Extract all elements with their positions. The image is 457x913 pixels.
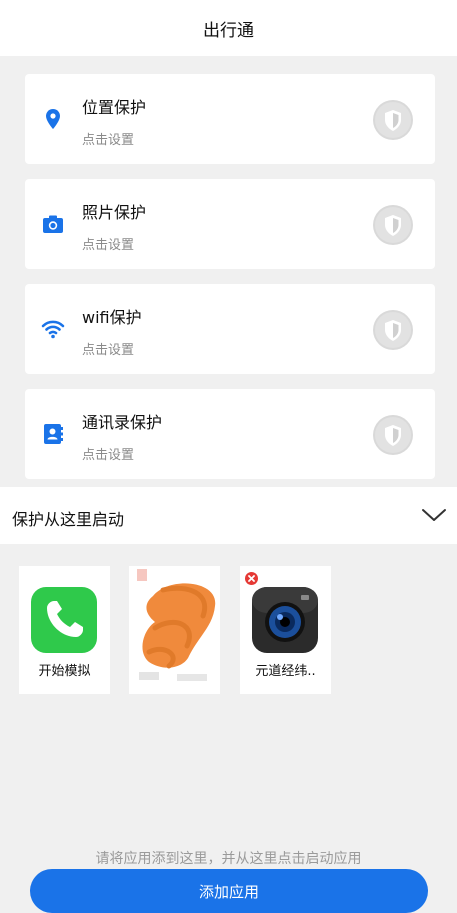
redacted-app-icon <box>137 569 216 681</box>
add-app-button[interactable]: 添加应用 <box>30 869 428 913</box>
card-subtitle: 点击设置 <box>82 238 135 253</box>
card-subtitle: 点击设置 <box>82 448 135 463</box>
app-label: 元道经纬.. <box>255 664 316 679</box>
page-title: 出行通 <box>203 20 254 41</box>
shield-icon <box>375 312 411 348</box>
card-title: 通讯录保护 <box>82 413 163 432</box>
shield-icon <box>375 207 411 243</box>
camera-app-icon <box>252 587 318 653</box>
add-app-button-label: 添加应用 <box>198 882 259 901</box>
location-pin-icon <box>46 109 60 129</box>
remove-app-button[interactable] <box>245 572 258 585</box>
card-location-protection[interactable]: 位置保护 点击设置 <box>25 74 435 164</box>
app-tile-redacted[interactable] <box>129 566 220 694</box>
close-icon <box>248 575 255 582</box>
card-title: wifi保护 <box>82 308 142 327</box>
phone-app-icon <box>31 587 97 653</box>
contacts-icon <box>44 424 63 444</box>
chevron-down-icon[interactable] <box>420 505 448 525</box>
shield-icon <box>375 417 411 453</box>
card-subtitle: 点击设置 <box>82 133 135 148</box>
shield-toggle-button[interactable] <box>373 205 413 245</box>
card-title: 照片保护 <box>82 203 147 222</box>
launch-section-header[interactable]: 保护从这里启动 <box>0 487 457 544</box>
app-header: 出行通 <box>0 0 457 56</box>
shield-toggle-button[interactable] <box>373 415 413 455</box>
app-label: 开始模拟 <box>38 664 91 679</box>
card-photo-protection[interactable]: 照片保护 点击设置 <box>25 179 435 269</box>
app-tile-start-simulation[interactable]: 开始模拟 <box>19 566 110 694</box>
card-subtitle: 点击设置 <box>82 343 135 358</box>
shield-toggle-button[interactable] <box>373 100 413 140</box>
card-title: 位置保护 <box>82 98 147 117</box>
section-title: 保护从这里启动 <box>12 510 125 529</box>
shield-toggle-button[interactable] <box>373 310 413 350</box>
card-contacts-protection[interactable]: 通讯录保护 点击设置 <box>25 389 435 479</box>
hint-text: 请将应用添到这里，并从这里点击启动应用 <box>95 851 362 867</box>
card-wifi-protection[interactable]: wifi保护 点击设置 <box>25 284 435 374</box>
shield-icon <box>375 102 411 138</box>
wifi-icon <box>41 320 65 339</box>
app-tile-yuandao[interactable]: 元道经纬.. <box>240 566 331 694</box>
camera-icon <box>43 215 63 233</box>
